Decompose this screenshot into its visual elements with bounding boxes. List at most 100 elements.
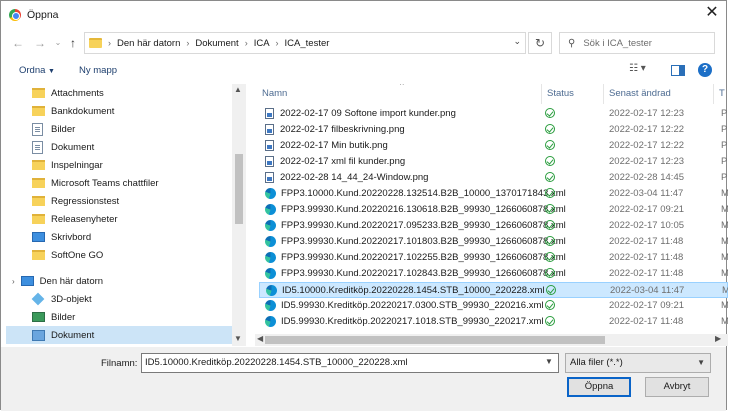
help-icon[interactable]: ? (698, 63, 712, 77)
window-title: Öppna (27, 9, 59, 21)
synced-check-icon (545, 300, 555, 310)
nav-item-den-har-datorn[interactable]: › Den här datorn (12, 272, 103, 290)
file-row[interactable]: 2022-02-17 09 Softone import kunder.png 2… (259, 106, 728, 122)
forward-arrow-icon[interactable]: → (31, 34, 49, 52)
address-bar[interactable]: › Den här datorn › Dokument › ICA › ICA_… (84, 32, 526, 54)
scroll-right-icon[interactable]: ▶ (715, 334, 721, 343)
nav-item-attachments[interactable]: Attachments (32, 84, 104, 102)
breadcrumb-ica-tester[interactable]: ICA_tester (285, 38, 330, 49)
column-separator[interactable] (541, 84, 542, 104)
folder-icon (32, 106, 45, 116)
column-header-name[interactable]: Namn (262, 88, 287, 106)
column-header-type[interactable]: T (719, 88, 725, 106)
scroll-up-icon[interactable]: ▲ (234, 85, 242, 94)
view-options-icon[interactable]: ☷ ▾ (629, 63, 646, 74)
sort-up-icon: ^ (400, 84, 404, 90)
refresh-icon[interactable]: ↻ (528, 32, 552, 54)
navigation-pane: Attachments Bankdokument Bilder Dokument… (2, 84, 246, 346)
navigation-scrollbar[interactable]: ▲ ▼ (232, 84, 246, 346)
synced-check-icon (545, 108, 555, 118)
scroll-left-icon[interactable]: ◀ (257, 334, 263, 343)
new-folder-button[interactable]: Ny mapp (79, 65, 117, 76)
chevron-right-icon[interactable]: › (239, 38, 254, 48)
close-icon[interactable]: ✕ (700, 3, 724, 25)
chevron-right-icon[interactable]: › (270, 38, 285, 48)
file-row-selected[interactable]: ID5.10000.Kreditköp.20220228.1454.STB_10… (259, 282, 728, 298)
synced-check-icon (545, 252, 555, 262)
synced-check-icon (545, 268, 555, 278)
file-row[interactable]: ID5.99930.Kreditköp.20220217.0300.STB_99… (259, 298, 728, 314)
file-row[interactable]: FPP3.99930.Kund.20220217.095233.B2B_9993… (259, 218, 728, 234)
chevron-right-icon[interactable]: › (180, 38, 195, 48)
column-separator[interactable] (603, 84, 604, 104)
file-list: Namn ^ Status Senast ändrad T 2022-02-17… (255, 84, 728, 346)
computer-icon (20, 276, 34, 286)
synced-check-icon (545, 156, 555, 166)
file-row[interactable]: 2022-02-17 filbeskrivning.png 2022-02-17 … (259, 122, 728, 138)
horizontal-scrollbar[interactable]: ◀ ▶ (255, 334, 728, 346)
command-bar: Ordna ▼ Ny mapp ☷ ▾ ? (1, 59, 726, 83)
file-row[interactable]: FPP3.10000.Kund.20220228.132514.B2B_1000… (259, 186, 728, 202)
folder-icon (32, 160, 45, 170)
file-row[interactable]: ID5.99930.Kreditköp.20220217.1018.STB_99… (259, 314, 728, 330)
edge-xml-file-icon (265, 316, 276, 327)
image-file-icon (265, 172, 274, 183)
nav-item-teams-chattfiler[interactable]: Microsoft Teams chattfiler (32, 174, 159, 192)
column-header-date[interactable]: Senast ändrad (609, 88, 671, 106)
breadcrumb-dokument[interactable]: Dokument (195, 38, 238, 49)
search-placeholder: Sök i ICA_tester (583, 37, 652, 49)
nav-item-bankdokument[interactable]: Bankdokument (32, 102, 114, 120)
nav-item-bilder[interactable]: Bilder (32, 120, 75, 138)
edge-xml-file-icon (265, 252, 276, 263)
filename-input[interactable]: ID5.10000.Kreditköp.20220228.1454.STB_10… (141, 353, 559, 373)
file-row[interactable]: 2022-02-28 14_44_24-Window.png 2022-02-28… (259, 170, 728, 186)
organize-button[interactable]: Ordna ▼ (19, 65, 55, 76)
file-row[interactable]: 2022-02-17 Min butik.png 2022-02-17 12:22… (259, 138, 728, 154)
scrollbar-thumb[interactable] (235, 154, 243, 224)
edge-xml-file-icon (265, 300, 276, 311)
chevron-down-icon[interactable]: › (12, 277, 15, 286)
file-row[interactable]: FPP3.99930.Kund.20220217.101803.B2B_9993… (259, 234, 728, 250)
file-row[interactable]: 2022-02-17 xml fil kunder.png 2022-02-17 … (259, 154, 728, 170)
back-arrow-icon[interactable]: ← (9, 34, 27, 52)
folder-icon (32, 196, 45, 206)
file-row[interactable]: FPP3.99930.Kund.20220217.102255.B2B_9993… (259, 250, 728, 266)
pictures-icon (32, 312, 45, 322)
desktop-icon (32, 232, 45, 242)
column-separator[interactable] (713, 84, 714, 104)
nav-item-skrivbord[interactable]: Skrivbord (32, 228, 91, 246)
nav-item-inspelningar[interactable]: Inspelningar (32, 156, 103, 174)
edge-xml-file-icon (266, 285, 277, 296)
open-button[interactable]: Öppna (567, 377, 631, 397)
scrollbar-thumb[interactable] (265, 336, 605, 344)
nav-item-dokument-pc[interactable]: Dokument (6, 326, 232, 344)
edge-xml-file-icon (265, 268, 276, 279)
documents-icon (32, 329, 45, 341)
filetype-select[interactable]: Alla filer (*.*) ▼ (565, 353, 711, 373)
up-arrow-icon[interactable]: ↑ (64, 34, 82, 52)
address-dropdown-icon[interactable]: ⌄ (513, 36, 521, 47)
preview-pane-icon[interactable] (671, 65, 685, 76)
nav-item-bilder-pc[interactable]: Bilder (32, 308, 75, 326)
nav-item-releasenyheter[interactable]: Releasenyheter (32, 210, 118, 228)
document-icon (32, 140, 43, 154)
cancel-button[interactable]: Avbryt (645, 377, 709, 397)
file-row[interactable]: FPP3.99930.Kund.20220217.102843.B2B_9993… (259, 266, 728, 282)
column-header-status[interactable]: Status (547, 88, 574, 106)
nav-item-regressionstest[interactable]: Regressionstest (32, 192, 119, 210)
filename-dropdown-icon[interactable]: ▼ (545, 357, 553, 366)
search-input[interactable]: ⚲ Sök i ICA_tester (559, 32, 715, 54)
folder-icon (32, 88, 45, 98)
nav-item-dokument[interactable]: Dokument (32, 138, 94, 156)
scroll-down-icon[interactable]: ▼ (234, 334, 242, 343)
dialog-footer: Filnamn: ID5.10000.Kreditköp.20220228.14… (1, 347, 726, 411)
synced-check-icon (545, 172, 555, 182)
nav-item-3d-objekt[interactable]: 3D-objekt (31, 290, 92, 308)
breadcrumb-den-har-datorn[interactable]: Den här datorn (117, 38, 180, 49)
breadcrumb-ica[interactable]: ICA (254, 38, 270, 49)
chevron-right-icon[interactable]: › (102, 38, 117, 48)
cube-icon (31, 292, 45, 306)
file-row[interactable]: FPP3.99930.Kund.20220216.130618.B2B_9993… (259, 202, 728, 218)
chevron-down-icon: ▼ (697, 358, 705, 367)
nav-item-softone-go[interactable]: SoftOne GO (32, 246, 103, 264)
